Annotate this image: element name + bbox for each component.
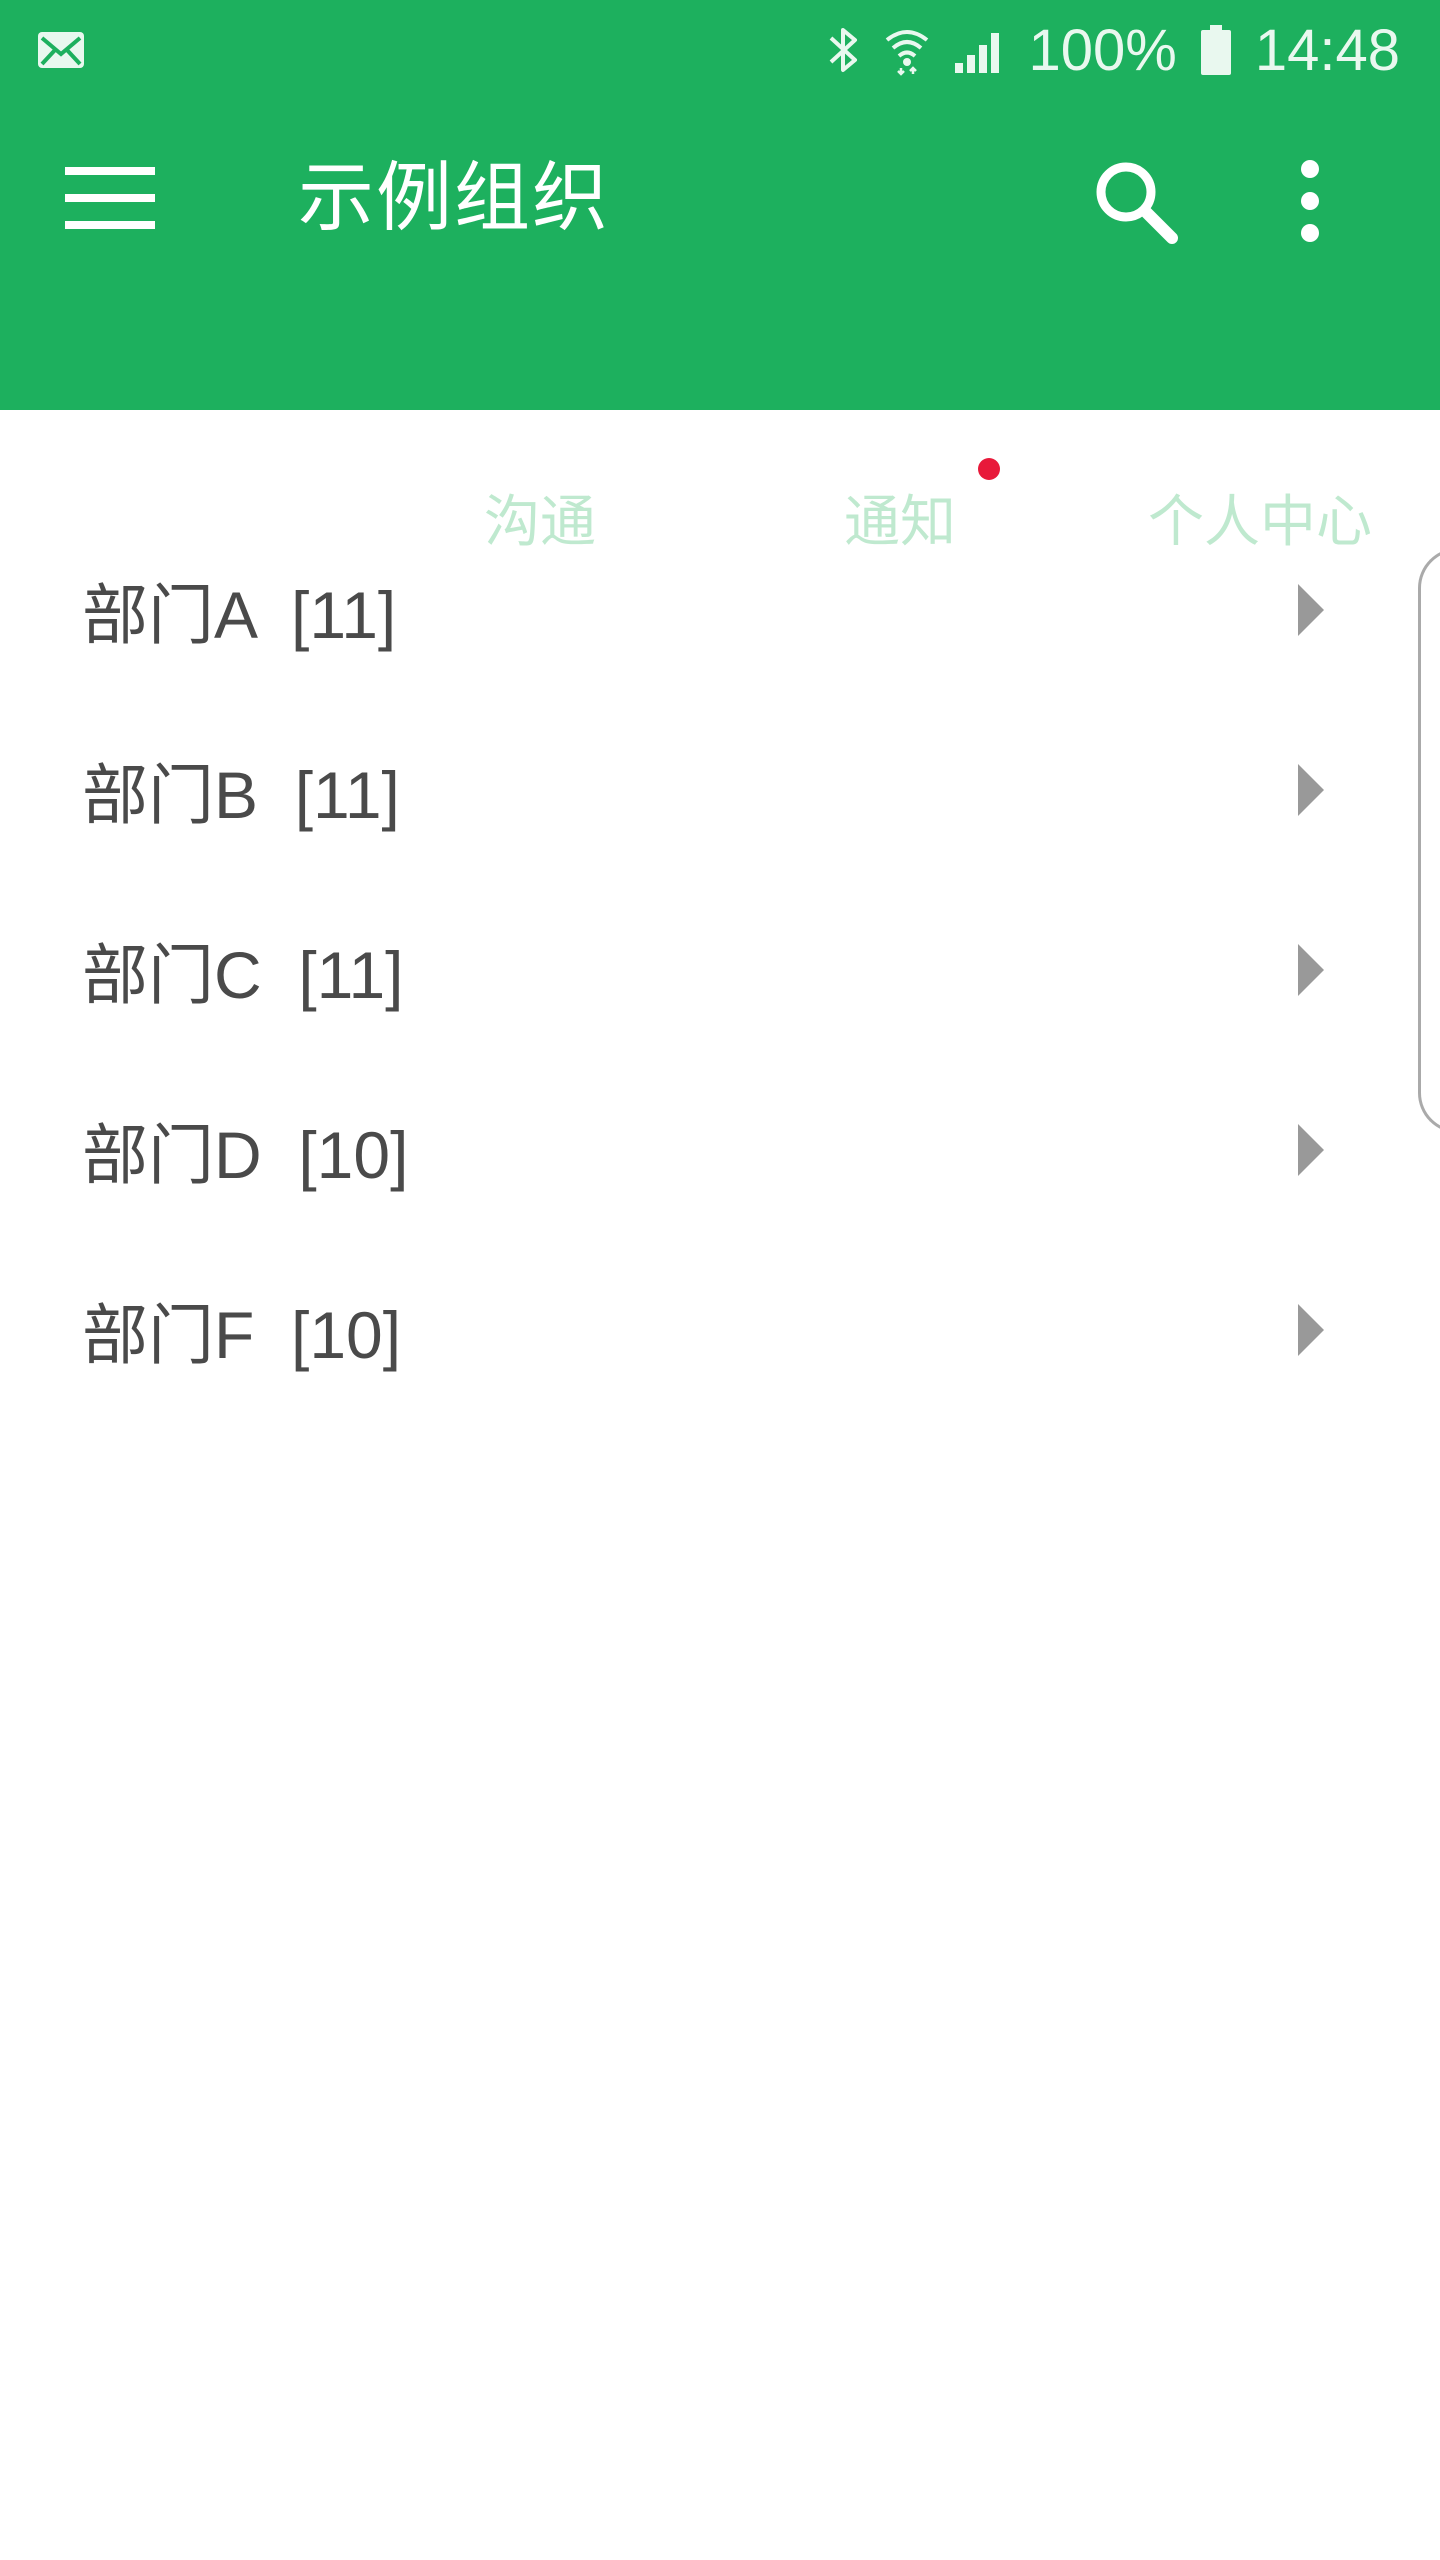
department-label: 部门B [11]	[82, 758, 400, 832]
department-label: 部门C [11]	[82, 938, 404, 1012]
status-bar: 100% 14:48	[0, 0, 1440, 100]
notification-badge	[978, 458, 1000, 480]
battery-icon	[1199, 23, 1233, 77]
menu-button[interactable]	[60, 150, 160, 250]
department-item-c[interactable]: 部门C [11]	[0, 880, 1440, 1060]
chevron-right-icon	[1298, 1124, 1324, 1176]
hamburger-menu-icon	[65, 163, 155, 237]
department-item-b[interactable]: 部门B [11]	[0, 700, 1440, 880]
edge-panel-handle[interactable]	[1418, 548, 1440, 1133]
department-item-a[interactable]: 部门A [11]	[0, 520, 1440, 700]
bluetooth-icon	[827, 24, 861, 76]
status-indicators: 100% 14:48	[827, 14, 1400, 86]
chevron-right-icon	[1298, 764, 1324, 816]
battery-percent: 100%	[1028, 17, 1177, 83]
app-bar: 示例组织 组织 沟通 通知 个人中心	[0, 100, 1440, 610]
search-button[interactable]	[1080, 148, 1190, 258]
page-title: 示例组织	[298, 153, 610, 242]
department-list: 部门A [11] 部门B [11] 部门C [11] 部门D [10] 部门F …	[0, 520, 1440, 1420]
department-label: 部门D [10]	[82, 1118, 409, 1192]
department-label: 部门F [10]	[82, 1298, 402, 1372]
chevron-right-icon	[1298, 1304, 1324, 1356]
chevron-right-icon	[1298, 584, 1324, 636]
department-label: 部门A [11]	[82, 578, 397, 652]
department-item-d[interactable]: 部门D [10]	[0, 1060, 1440, 1240]
more-vertical-icon	[1295, 159, 1325, 247]
search-icon	[1090, 156, 1180, 250]
chevron-right-icon	[1298, 944, 1324, 996]
app-screen: 100% 14:48 示例组织 组织 沟通 通知 个人中心 部门A [11] 部…	[0, 0, 1440, 2560]
department-item-f[interactable]: 部门F [10]	[0, 1240, 1440, 1420]
clock: 14:48	[1254, 17, 1400, 83]
wifi-icon	[883, 24, 931, 76]
cell-signal-icon	[953, 25, 1007, 75]
mail-icon	[36, 28, 86, 72]
more-options-button[interactable]	[1260, 148, 1360, 258]
